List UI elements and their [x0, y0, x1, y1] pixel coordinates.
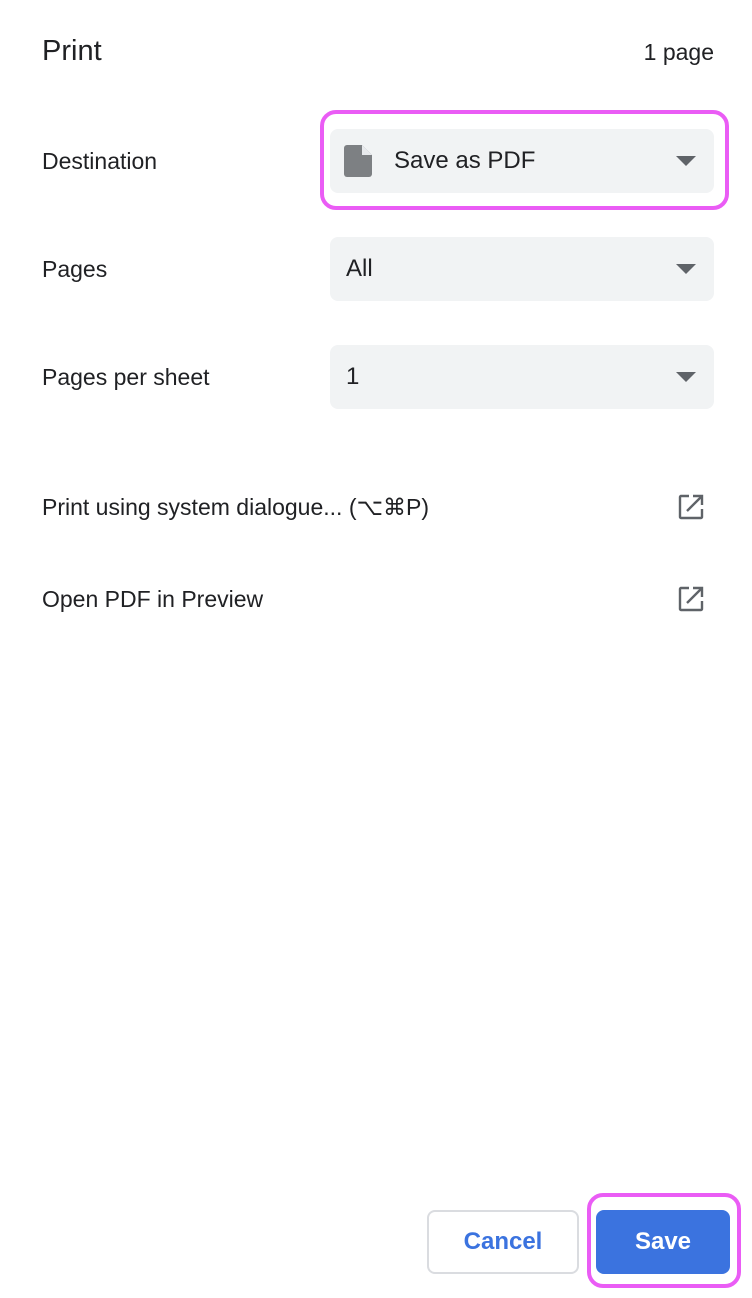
- print-system-dialog-link[interactable]: Print using system dialogue... (⌥⌘P): [42, 487, 714, 527]
- open-pdf-preview-label: Open PDF in Preview: [42, 586, 264, 612]
- pages-value: All: [346, 255, 373, 282]
- destination-select[interactable]: Save as PDF: [330, 129, 714, 193]
- pages-per-sheet-select[interactable]: 1: [330, 345, 714, 409]
- print-system-dialog-label: Print using system dialogue... (⌥⌘P): [42, 494, 429, 520]
- cancel-button[interactable]: Cancel: [427, 1210, 579, 1274]
- open-pdf-preview-link[interactable]: Open PDF in Preview: [42, 579, 714, 619]
- open-in-new-icon: [678, 586, 704, 612]
- pages-per-sheet-label: Pages per sheet: [42, 364, 210, 390]
- chevron-down-icon: [676, 156, 696, 166]
- pages-label: Pages: [42, 256, 108, 282]
- pages-select[interactable]: All: [330, 237, 714, 301]
- dialog-title: Print: [42, 35, 102, 67]
- open-in-new-icon: [678, 494, 704, 520]
- destination-value: Save as PDF: [394, 147, 536, 174]
- chevron-down-icon: [676, 372, 696, 382]
- destination-label: Destination: [42, 148, 158, 174]
- page-count: 1 page: [643, 39, 714, 65]
- pages-per-sheet-value: 1: [346, 363, 360, 390]
- document-icon: [344, 145, 372, 177]
- chevron-down-icon: [676, 264, 696, 274]
- save-button[interactable]: Save: [596, 1210, 730, 1274]
